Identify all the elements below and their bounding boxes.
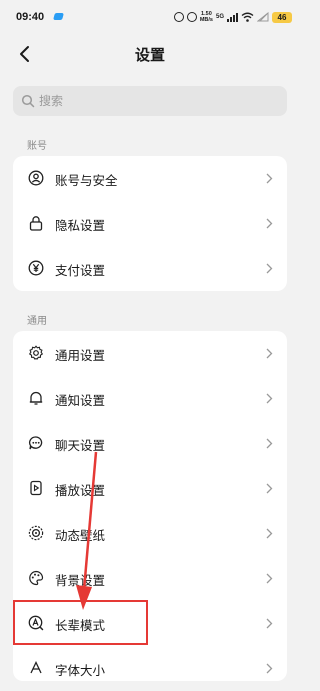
row-label: 账号与安全	[55, 173, 118, 188]
row-label: 支付设置	[55, 263, 106, 278]
section-label-general: 通用	[27, 316, 47, 327]
top-nav-bar: 设置	[0, 38, 300, 70]
settings-row-chat[interactable]: 聊天设置	[13, 421, 287, 466]
search-input[interactable]	[39, 92, 269, 110]
battery-indicator: 46	[272, 11, 292, 23]
settings-row-background[interactable]: 背景设置	[13, 556, 287, 601]
chevron-right-icon	[266, 263, 273, 274]
do-not-disturb-icon	[186, 12, 197, 22]
alarm-icon	[173, 12, 184, 22]
chevron-right-icon	[266, 393, 273, 404]
settings-row-general[interactable]: 通用设置	[13, 331, 287, 376]
page-title: 设置	[134, 46, 165, 64]
settings-row-privacy[interactable]: 隐私设置	[13, 201, 287, 246]
no-sim-icon	[257, 12, 269, 22]
app-notification-icon	[53, 13, 64, 20]
settings-row-playback[interactable]: 播放设置	[13, 466, 287, 511]
row-label: 隐私设置	[55, 218, 106, 233]
status-bar: 09:40 1.50 MB/s 5G 46	[0, 0, 300, 34]
row-label: 通用设置	[55, 348, 106, 363]
status-time: 09:40	[16, 11, 45, 23]
settings-row-payment[interactable]: 支付设置	[13, 246, 287, 291]
chevron-right-icon	[266, 173, 273, 184]
palette-icon	[29, 570, 44, 586]
chevron-right-icon	[266, 218, 273, 229]
chevron-right-icon	[266, 348, 273, 359]
highlight-box	[13, 600, 148, 645]
row-label: 播放设置	[55, 483, 106, 498]
account-circle-icon	[28, 170, 44, 186]
gear-icon	[28, 345, 44, 360]
chevron-right-icon	[266, 528, 273, 539]
font-icon	[30, 660, 42, 674]
play-device-icon	[30, 480, 42, 496]
wifi-icon	[241, 12, 254, 22]
settings-row-account-security[interactable]: 账号与安全	[13, 156, 287, 201]
search-icon	[21, 94, 35, 108]
speed-unit: MB/s	[199, 17, 213, 23]
row-label: 动态壁纸	[55, 528, 106, 543]
network-speed: 1.50 MB/s	[200, 11, 213, 23]
chat-bubble-icon	[29, 436, 43, 450]
status-icons: 1.50 MB/s 5G 46	[173, 9, 292, 25]
chevron-right-icon	[266, 573, 273, 584]
chevron-right-icon	[266, 618, 273, 629]
row-label: 背景设置	[55, 573, 106, 588]
chevron-right-icon	[266, 483, 273, 494]
account-card: 账号与安全 隐私设置 支付设置	[13, 156, 287, 291]
section-label-account: 账号	[27, 141, 47, 152]
settings-row-live-wallpaper[interactable]: 动态壁纸	[13, 511, 287, 556]
row-label: 通知设置	[55, 393, 106, 408]
settings-row-font-size[interactable]: 字体大小	[13, 646, 287, 691]
yen-circle-icon	[28, 260, 44, 276]
bell-icon	[29, 391, 43, 405]
live-wallpaper-icon	[28, 525, 44, 541]
search-bar[interactable]	[13, 86, 287, 116]
chevron-right-icon	[266, 438, 273, 449]
signal-type: 5G	[215, 14, 224, 20]
cell-signal-icon	[227, 12, 238, 22]
chevron-right-icon	[266, 663, 273, 674]
lock-icon	[29, 216, 43, 231]
settings-row-notification[interactable]: 通知设置	[13, 376, 287, 421]
row-label: 字体大小	[55, 663, 106, 678]
row-label: 聊天设置	[55, 438, 106, 453]
